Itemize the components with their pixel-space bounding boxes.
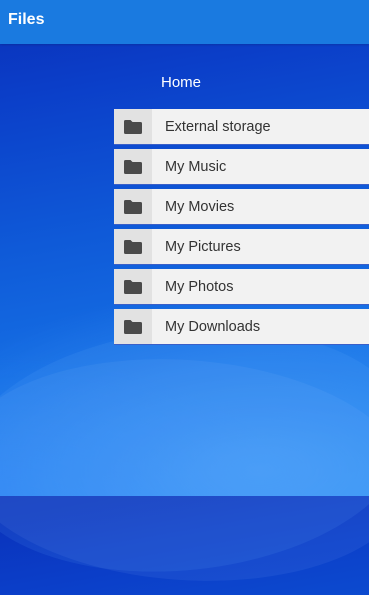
icon-cell [114, 149, 152, 184]
folder-label: My Movies [165, 198, 235, 215]
folder-icon [124, 239, 142, 254]
folder-list: External storage My Music My Movies My P… [114, 109, 369, 349]
folder-label: My Photos [165, 278, 234, 295]
folder-item-my-music[interactable]: My Music [114, 149, 369, 185]
folder-icon [124, 279, 142, 294]
folder-label: My Pictures [165, 238, 241, 255]
folder-item-my-pictures[interactable]: My Pictures [114, 229, 369, 265]
icon-cell [114, 229, 152, 264]
background-wave [0, 344, 369, 595]
folder-item-my-photos[interactable]: My Photos [114, 269, 369, 305]
folder-icon [124, 119, 142, 134]
folder-icon [124, 159, 142, 174]
icon-cell [114, 109, 152, 144]
icon-cell [114, 309, 152, 344]
icon-cell [114, 269, 152, 304]
app-header: Files [0, 0, 369, 44]
folder-item-external-storage[interactable]: External storage [114, 109, 369, 145]
folder-icon [124, 199, 142, 214]
folder-label: My Music [165, 158, 227, 175]
icon-cell [114, 189, 152, 224]
app-title: Files [8, 11, 45, 28]
folder-item-my-downloads[interactable]: My Downloads [114, 309, 369, 345]
folder-label: External storage [165, 118, 271, 135]
folder-item-my-movies[interactable]: My Movies [114, 189, 369, 225]
section-title: Home [161, 74, 202, 91]
folder-label: My Downloads [165, 318, 261, 335]
folder-icon [124, 319, 142, 334]
background-wave [0, 307, 369, 593]
